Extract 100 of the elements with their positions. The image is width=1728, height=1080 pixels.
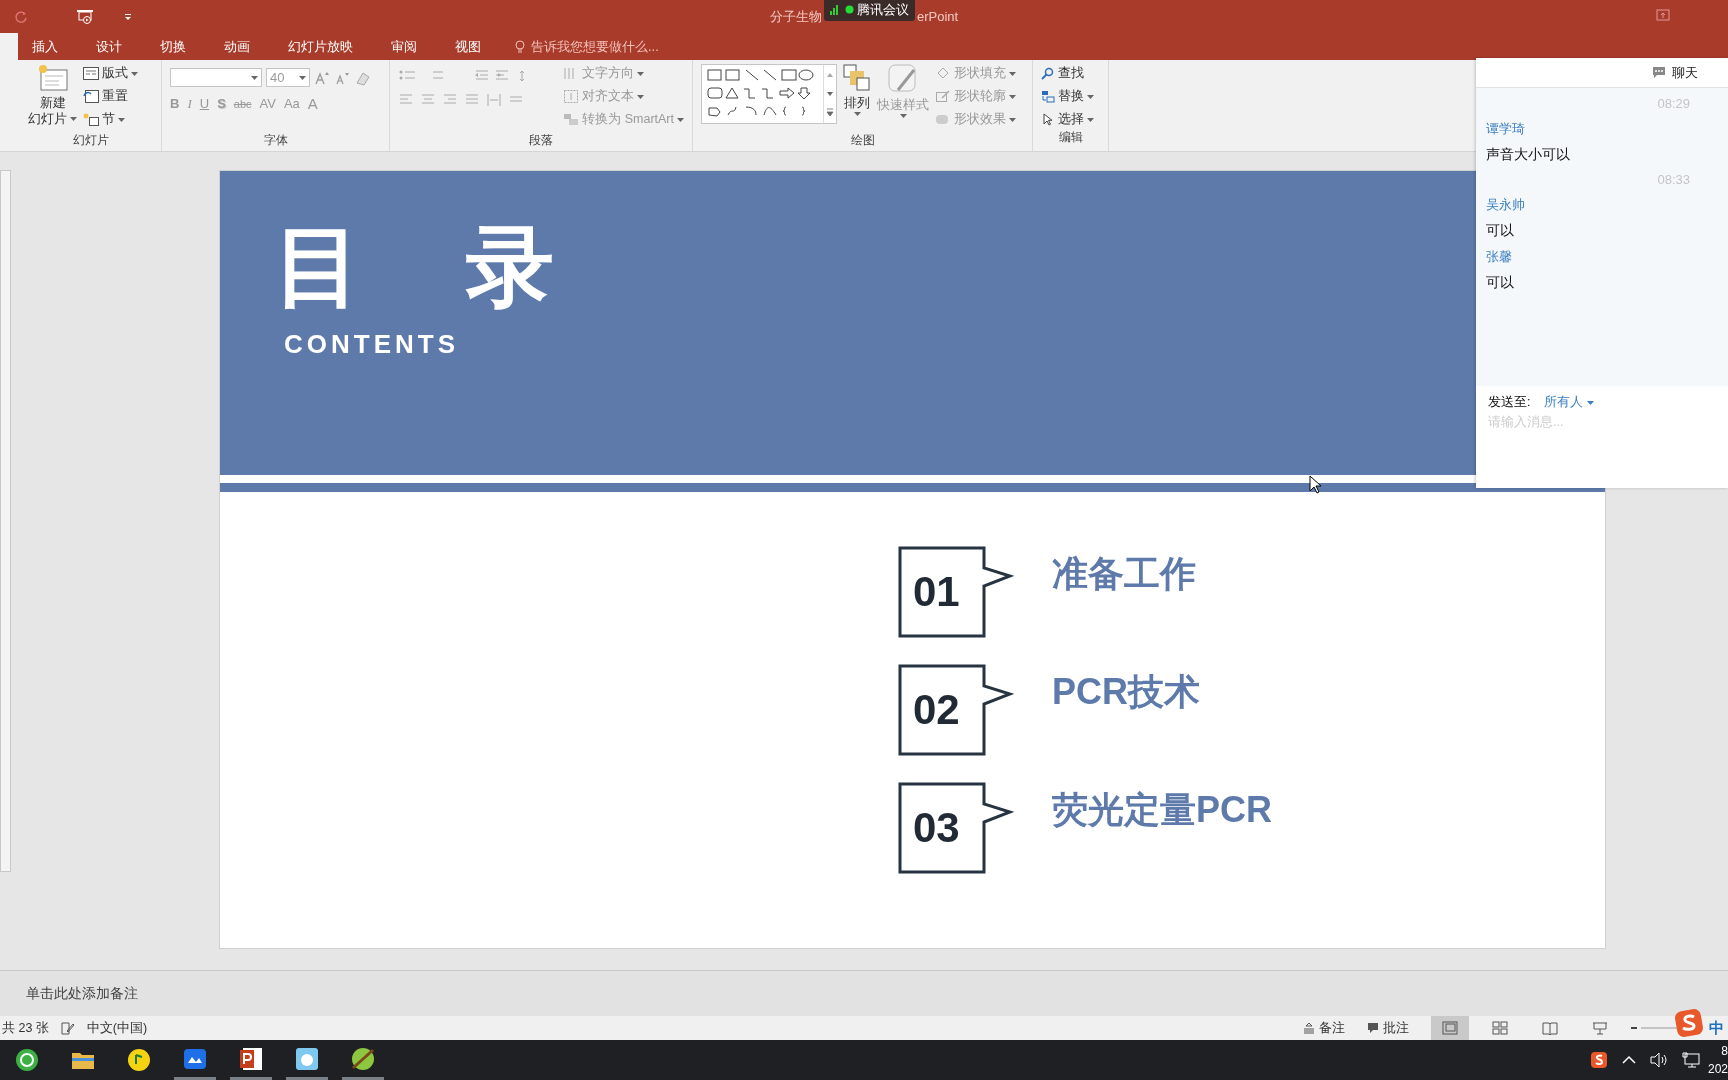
music-app-icon: [126, 1047, 152, 1073]
slide-count: 共 23 张: [2, 1019, 49, 1037]
projector-icon: [1592, 1021, 1608, 1035]
clock-date[interactable]: 202: [1707, 1060, 1728, 1078]
scrollbar[interactable]: [0, 170, 11, 872]
mouse-cursor-icon: [1309, 475, 1323, 495]
chat-sender: 吴永帅: [1486, 196, 1525, 214]
ribbon-tab[interactable]: 动画: [210, 33, 264, 60]
chat-message: 声音大小可以: [1486, 146, 1570, 164]
new-slide-button[interactable]: 新建 幻灯片: [28, 64, 77, 132]
ribbon-tab[interactable]: 审阅: [377, 33, 431, 60]
caret-icon[interactable]: [124, 12, 132, 21]
item-label: 准备工作: [1052, 552, 1196, 596]
layout-icon: [83, 67, 99, 80]
network-icon[interactable]: [1682, 1052, 1700, 1068]
quick-styles-icon: [888, 64, 918, 94]
language-label[interactable]: 中文(中国): [86, 1019, 148, 1037]
grid-view-icon: [1492, 1021, 1508, 1035]
group-label: 编辑: [1057, 129, 1084, 146]
caret-icon: [251, 75, 258, 80]
ribbon-tab[interactable]: 设计: [82, 33, 136, 60]
notes-button[interactable]: 备注: [1303, 1019, 1345, 1037]
caret-icon: [677, 117, 684, 122]
spellcheck-icon[interactable]: [60, 1021, 75, 1035]
ime-indicator[interactable]: 中: [1709, 1018, 1724, 1038]
font-name-field[interactable]: [170, 68, 262, 87]
layout-button[interactable]: 版式: [83, 64, 138, 83]
section-button[interactable]: 节: [83, 110, 138, 129]
caret-icon: [853, 112, 861, 116]
presentation-icon[interactable]: [76, 8, 94, 25]
paint-bucket-icon: [935, 67, 951, 80]
pencil-icon: [935, 90, 951, 103]
item-label: PCR技术: [1052, 670, 1200, 714]
meeting-badge[interactable]: 腾讯会议: [824, 0, 915, 21]
caret-icon: [1087, 94, 1094, 99]
notes-icon: [1303, 1022, 1315, 1034]
caret-icon: [118, 117, 125, 122]
slides-app-icon: [238, 1045, 264, 1072]
caret-icon: [1087, 117, 1094, 122]
status-dot-icon: [845, 5, 854, 14]
chat-message: 可以: [1486, 222, 1514, 240]
item-label: 荧光定量PCR: [1052, 788, 1272, 832]
gallery-scroll-icon[interactable]: [823, 65, 836, 123]
volume-icon[interactable]: [1650, 1052, 1668, 1068]
chevron-up-icon[interactable]: [1622, 1055, 1636, 1065]
item-number: 03: [913, 804, 960, 852]
zoom-slider-icon[interactable]: [1631, 1024, 1677, 1032]
shape-effects-icon: [935, 113, 951, 126]
group-label: 绘图: [849, 132, 876, 149]
item-number: 02: [913, 686, 960, 734]
window-title: 分子生物: [770, 7, 822, 26]
recipient-dropdown[interactable]: 所有人: [1544, 394, 1595, 411]
new-slide-icon: [37, 64, 68, 92]
align-text-icon: [563, 90, 580, 103]
meeting-label: 腾讯会议: [857, 0, 909, 19]
find-button[interactable]: 查找: [1041, 64, 1100, 83]
tell-me-field[interactable]: 告诉我您想要做什么...: [515, 38, 693, 55]
send-to-label: 发送至:: [1488, 394, 1531, 411]
shape-gallery[interactable]: [701, 64, 837, 124]
lightbulb-icon: [515, 39, 525, 54]
window-title: erPoint: [917, 9, 959, 24]
slide-title: 目 录: [274, 221, 562, 314]
globe-app-icon: [14, 1047, 40, 1073]
chat-message: 可以: [1486, 274, 1514, 292]
chat-sender: 谭学琦: [1486, 120, 1525, 138]
normal-view-icon: [1442, 1021, 1458, 1035]
clock-time[interactable]: 8: [1721, 1042, 1728, 1060]
restore-icon[interactable]: [1656, 9, 1670, 21]
ribbon-tab[interactable]: 视图: [441, 33, 495, 60]
ball-app-icon: [350, 1045, 376, 1072]
group-label: 幻灯片: [71, 132, 110, 149]
caret-icon: [1009, 71, 1016, 76]
ribbon-tab[interactable]: 插入: [18, 33, 72, 60]
chat-bubble-icon: [1652, 66, 1666, 79]
caret-icon: [299, 75, 306, 80]
smartart-icon: [563, 113, 580, 126]
arrange-button[interactable]: 排列: [843, 64, 871, 132]
group-label: 字体: [262, 132, 289, 149]
ribbon-tab[interactable]: 切换: [146, 33, 200, 60]
arrange-icon: [843, 64, 871, 92]
select-button[interactable]: 选择: [1041, 110, 1100, 129]
book-icon: [1542, 1021, 1558, 1035]
group-label: 段落: [528, 132, 554, 149]
reset-button[interactable]: 重置: [83, 87, 138, 106]
caret-icon: [637, 71, 645, 76]
replace-button[interactable]: 替换: [1041, 87, 1100, 106]
slide-subtitle: CONTENTS: [284, 329, 459, 361]
pointer-icon: [1041, 113, 1055, 126]
ribbon-tab[interactable]: 幻灯片放映: [274, 33, 367, 60]
caret-icon: [1587, 400, 1595, 405]
caret-icon: [1009, 117, 1016, 122]
notes-placeholder[interactable]: 单击此处添加备注: [26, 984, 138, 1003]
caret-icon: [899, 114, 907, 118]
caret-icon: [637, 94, 645, 99]
caret-icon: [70, 117, 77, 121]
chat-sender: 张馨: [1486, 248, 1512, 266]
chat-title: 聊天: [1672, 63, 1698, 82]
caret-icon: [1009, 94, 1016, 99]
replace-icon: [1041, 90, 1055, 103]
comments-button[interactable]: 批注: [1367, 1019, 1409, 1037]
